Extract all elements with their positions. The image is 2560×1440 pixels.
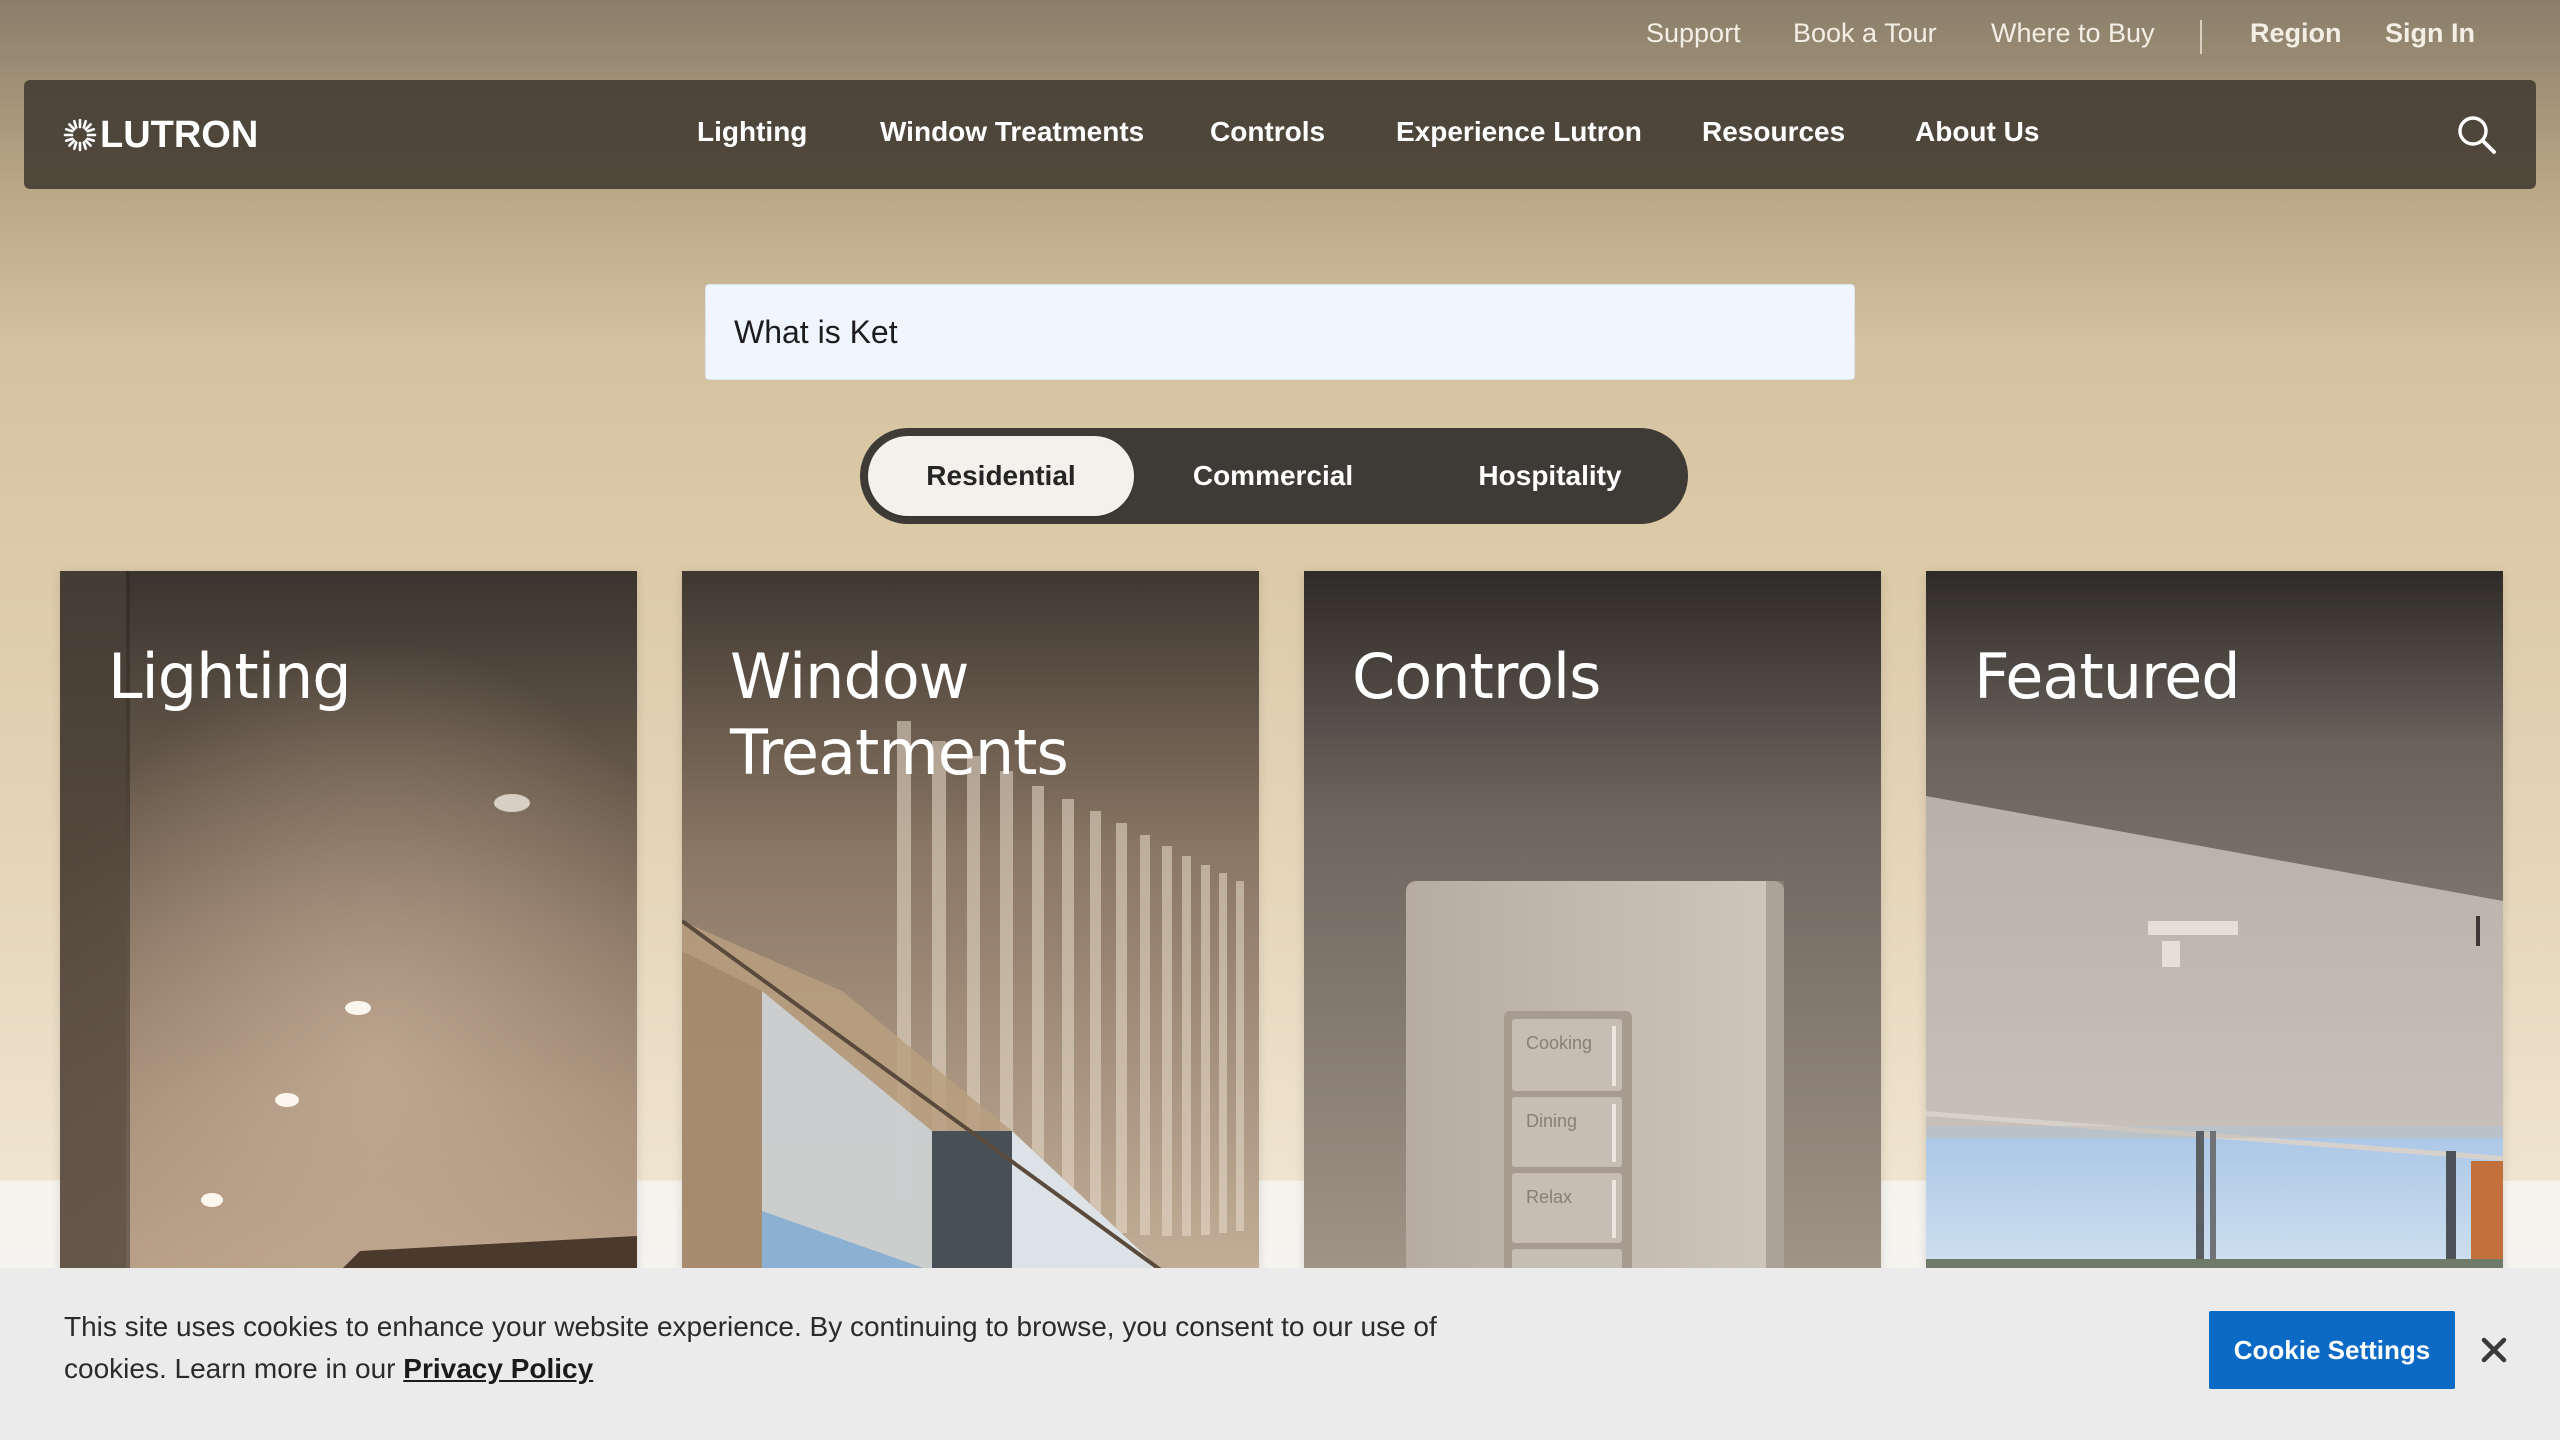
cookie-banner: This site uses cookies to enhance your w… [0,1268,2560,1440]
card-title-featured: Featured [1974,640,2241,713]
logo-wordmark: LUTRON [100,114,259,156]
audience-segmented-control: Residential Commercial Hospitality [860,428,1688,524]
nav-resources[interactable]: Resources [1702,116,1845,148]
privacy-policy-link[interactable]: Privacy Policy [403,1353,593,1384]
nav-experience-lutron[interactable]: Experience Lutron [1396,116,1642,148]
where-to-buy-link[interactable]: Where to Buy [1991,18,2155,49]
tab-residential[interactable]: Residential [868,436,1134,516]
keypad-label-dining: Dining [1526,1111,1577,1131]
card-window-treatments[interactable]: Window Treatments [682,571,1259,1271]
book-tour-link[interactable]: Book a Tour [1793,18,1937,49]
cookie-settings-button[interactable]: Cookie Settings [2209,1311,2455,1389]
utility-bar: Support Book a Tour Where to Buy Region … [0,0,2560,72]
card-controls[interactable]: Cooking Dining Relax Controls [1304,571,1881,1271]
nav-window-treatments[interactable]: Window Treatments [880,116,1144,148]
search-icon[interactable] [2456,114,2498,156]
cookie-message-text: This site uses cookies to enhance your w… [64,1311,1437,1384]
card-title-controls: Controls [1352,640,1601,713]
nav-lighting[interactable]: Lighting [697,116,807,148]
lutron-sun-icon [63,118,97,152]
region-link[interactable]: Region [2250,18,2342,49]
card-lighting[interactable]: Lighting [60,571,637,1271]
card-title-window-treatments: Window Treatments [730,640,1069,789]
cookie-message: This site uses cookies to enhance your w… [64,1306,1484,1390]
support-link[interactable]: Support [1646,18,1741,49]
lutron-logo[interactable]: LUTRON [62,114,258,156]
nav-about-us[interactable]: About Us [1915,116,2039,148]
search-input[interactable] [705,284,1855,380]
sign-in-link[interactable]: Sign In [2385,18,2475,49]
keypad-label-relax: Relax [1526,1187,1572,1207]
card-title-lighting: Lighting [108,640,352,713]
utility-divider [2200,20,2202,54]
close-icon[interactable] [2478,1334,2510,1366]
keypad-label-cooking: Cooking [1526,1033,1592,1053]
tab-hospitality[interactable]: Hospitality [1420,436,1680,516]
main-nav: LUTRON Lighting Window Treatments Contro… [24,80,2536,189]
tab-commercial[interactable]: Commercial [1144,436,1402,516]
nav-controls[interactable]: Controls [1210,116,1325,148]
card-featured[interactable]: Featured [1926,571,2503,1271]
